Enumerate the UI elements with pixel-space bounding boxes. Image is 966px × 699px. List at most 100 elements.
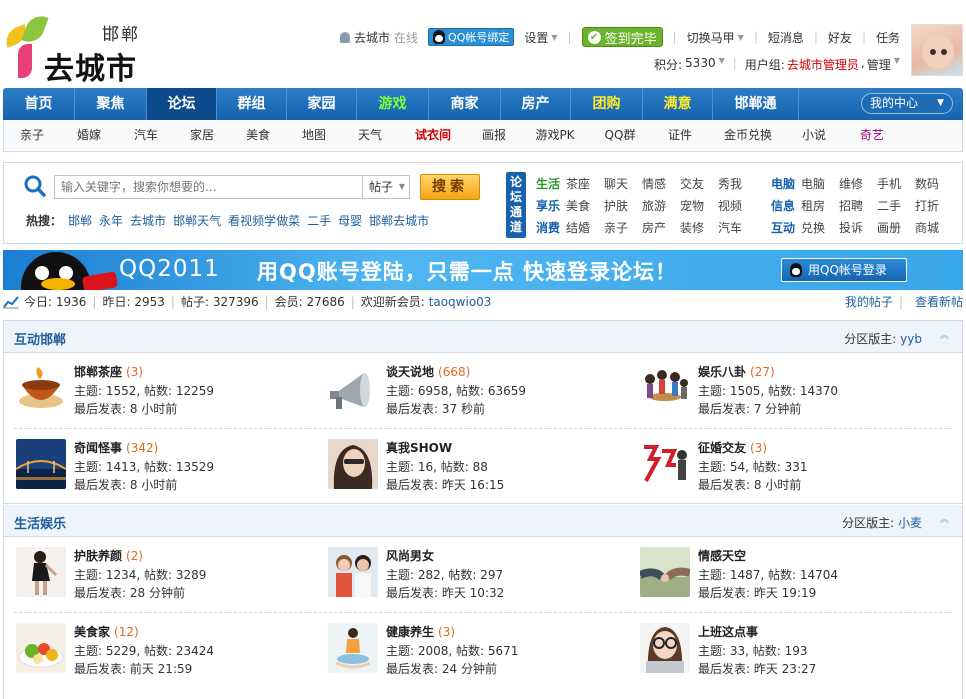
hot-search-link[interactable]: 邯郸去城市 [369, 212, 429, 229]
username-item[interactable]: 去城市 在线 [340, 29, 418, 46]
subnav-item[interactable]: 美食 [230, 120, 286, 151]
subnav-item[interactable]: 小说 [786, 120, 842, 151]
subnav-item[interactable]: 奇艺 [842, 120, 902, 151]
forum-last-post[interactable]: 最后发表: 24 分钟前 [386, 660, 497, 677]
forum-item[interactable]: 护肤养颜 (2) 主题: 1234, 帖数: 3289 最后发表: 28 分钟前 [16, 545, 316, 605]
moderator-link[interactable]: yyb [900, 332, 922, 346]
channel-head[interactable]: 生活 [536, 173, 566, 195]
search-button[interactable]: 搜索 [420, 174, 480, 200]
channel-link[interactable]: 情感 [642, 173, 680, 195]
channel-head[interactable]: 消费 [536, 217, 566, 239]
channel-link[interactable]: 电脑 [801, 173, 839, 195]
forum-last-post[interactable]: 最后发表: 昨天 16:15 [386, 476, 504, 493]
forum-item[interactable]: 风尚男女 主题: 282, 帖数: 297 最后发表: 昨天 10:32 [328, 545, 628, 605]
channel-link[interactable]: 茶座 [566, 173, 604, 195]
forum-last-post[interactable]: 最后发表: 8 小时前 [74, 400, 177, 417]
nav-real-estate[interactable]: 房产 [501, 88, 571, 120]
subnav-item[interactable]: 汽车 [118, 120, 174, 151]
subnav-item[interactable]: 婚嫁 [60, 120, 118, 151]
qq-login-banner[interactable]: QQ2011 用QQ账号登陆，只需一点 快速登录论坛！ 用QQ帐号登录 [3, 250, 963, 290]
subnav-item[interactable]: 家居 [174, 120, 230, 151]
forum-item[interactable]: 奇闻怪事 (342) 主题: 1413, 帖数: 13529 最后发表: 8 小时… [16, 437, 316, 497]
nav-merchants[interactable]: 商家 [429, 88, 501, 120]
qq-bind-button[interactable]: QQ帐号绑定 [428, 28, 515, 46]
forum-item[interactable]: 娱乐八卦 (27) 主题: 1505, 帖数: 14370 最后发表: 7 分钟前 [640, 361, 940, 421]
channel-link[interactable]: 租房 [801, 195, 839, 217]
chevron-down-icon[interactable]: ▼ [719, 56, 725, 73]
channel-link[interactable]: 维修 [839, 173, 877, 195]
my-center-dropdown[interactable]: 我的中心 ▼ [861, 93, 953, 114]
forum-name[interactable]: 美食家 (12) [74, 623, 139, 640]
nav-groups[interactable]: 群组 [217, 88, 287, 120]
forum-last-post[interactable]: 最后发表: 昨天 19:19 [698, 584, 816, 601]
forum-name[interactable]: 情感天空 [698, 547, 750, 564]
nav-handan-tong[interactable]: 邯郸通 [713, 88, 799, 120]
channel-link[interactable]: 房产 [642, 217, 680, 239]
search-input[interactable] [54, 175, 364, 199]
moderator-link[interactable]: 小麦 [898, 516, 922, 530]
nav-satisfied[interactable]: 满意 [643, 88, 713, 120]
points-value[interactable]: 5330 [685, 56, 716, 73]
subnav-item[interactable]: 地图 [286, 120, 342, 151]
channel-link[interactable]: 旅游 [642, 195, 680, 217]
channel-link[interactable]: 交友 [680, 173, 718, 195]
hot-search-link[interactable]: 二手 [307, 212, 331, 229]
subnav-item[interactable]: 金币兑换 [710, 120, 786, 151]
nav-focus[interactable]: 聚焦 [75, 88, 147, 120]
switch-account-menu[interactable]: 切换马甲 ▼ [687, 29, 744, 46]
forum-name[interactable]: 真我SHOW [386, 439, 456, 456]
nav-group-buy[interactable]: 团购 [571, 88, 643, 120]
forum-item[interactable]: 真我SHOW 主题: 16, 帖数: 88 最后发表: 昨天 16:15 [328, 437, 628, 497]
channel-link[interactable]: 装修 [680, 217, 718, 239]
forum-name[interactable]: 娱乐八卦 (27) [698, 363, 775, 380]
forum-item[interactable]: 美食家 (12) 主题: 5229, 帖数: 23424 最后发表: 前天 21:… [16, 621, 316, 681]
manage-menu[interactable]: 管理 [867, 56, 891, 73]
avatar[interactable] [911, 24, 963, 76]
channel-link[interactable]: 手机 [877, 173, 915, 195]
tasks-link[interactable]: 任务 [876, 29, 900, 46]
channel-link[interactable]: 投诉 [839, 217, 877, 239]
forum-name[interactable]: 护肤养颜 (2) [74, 547, 143, 564]
channel-link[interactable]: 招聘 [839, 195, 877, 217]
forum-item[interactable]: 邯郸茶座 (3) 主题: 1552, 帖数: 12259 最后发表: 8 小时前 [16, 361, 316, 421]
channel-link[interactable]: 聊天 [604, 173, 642, 195]
subnav-item[interactable]: 游戏PK [520, 120, 590, 151]
channel-link[interactable]: 护肤 [604, 195, 642, 217]
search-type-select[interactable]: 帖子 ▼ [362, 175, 410, 199]
nav-home-space[interactable]: 家园 [287, 88, 357, 120]
forum-item[interactable]: 谈天说地 (668) 主题: 6958, 帖数: 63659 最后发表: 37 秒… [328, 361, 628, 421]
qq-login-button[interactable]: 用QQ帐号登录 [781, 258, 907, 282]
hot-search-link[interactable]: 永年 [99, 212, 123, 229]
nav-forum[interactable]: 论坛 [147, 88, 217, 120]
new-posts-link[interactable]: 查看新帖 [915, 292, 963, 312]
channel-link[interactable]: 兑换 [801, 217, 839, 239]
channel-link[interactable]: 汽车 [718, 217, 756, 239]
forum-last-post[interactable]: 最后发表: 37 秒前 [386, 400, 485, 417]
forum-last-post[interactable]: 最后发表: 前天 21:59 [74, 660, 192, 677]
channel-link[interactable]: 亲子 [604, 217, 642, 239]
channel-link[interactable]: 数码 [915, 173, 953, 195]
channel-head[interactable]: 互动 [771, 217, 801, 239]
sign-in-button[interactable]: ✔ 签到完毕 [581, 27, 663, 47]
forum-name[interactable]: 奇闻怪事 (342) [74, 439, 158, 456]
subnav-item[interactable]: 天气 [342, 120, 398, 151]
friends-link[interactable]: 好友 [828, 29, 852, 46]
forum-name[interactable]: 风尚男女 [386, 547, 438, 564]
channel-link[interactable]: 美食 [566, 195, 604, 217]
forum-last-post[interactable]: 最后发表: 8 小时前 [74, 476, 177, 493]
channel-link[interactable]: 打折 [915, 195, 953, 217]
forum-last-post[interactable]: 最后发表: 昨天 23:27 [698, 660, 816, 677]
site-logo[interactable]: 邯郸 去城市 [1, 10, 154, 87]
hot-search-link[interactable]: 邯郸 [68, 212, 92, 229]
channel-link[interactable]: 二手 [877, 195, 915, 217]
subnav-item[interactable]: QQ群 [590, 120, 650, 151]
username-link[interactable]: 去城市 [354, 29, 390, 46]
channel-head[interactable]: 电脑 [771, 173, 801, 195]
forum-last-post[interactable]: 最后发表: 7 分钟前 [698, 400, 801, 417]
subnav-item[interactable]: 亲子 [4, 120, 60, 151]
channel-link[interactable]: 视频 [718, 195, 756, 217]
collapse-icon[interactable]: ︽ [940, 515, 950, 525]
forum-name[interactable]: 征婚交友 (3) [698, 439, 767, 456]
forum-last-post[interactable]: 最后发表: 8 小时前 [698, 476, 801, 493]
forum-last-post[interactable]: 最后发表: 昨天 10:32 [386, 584, 504, 601]
